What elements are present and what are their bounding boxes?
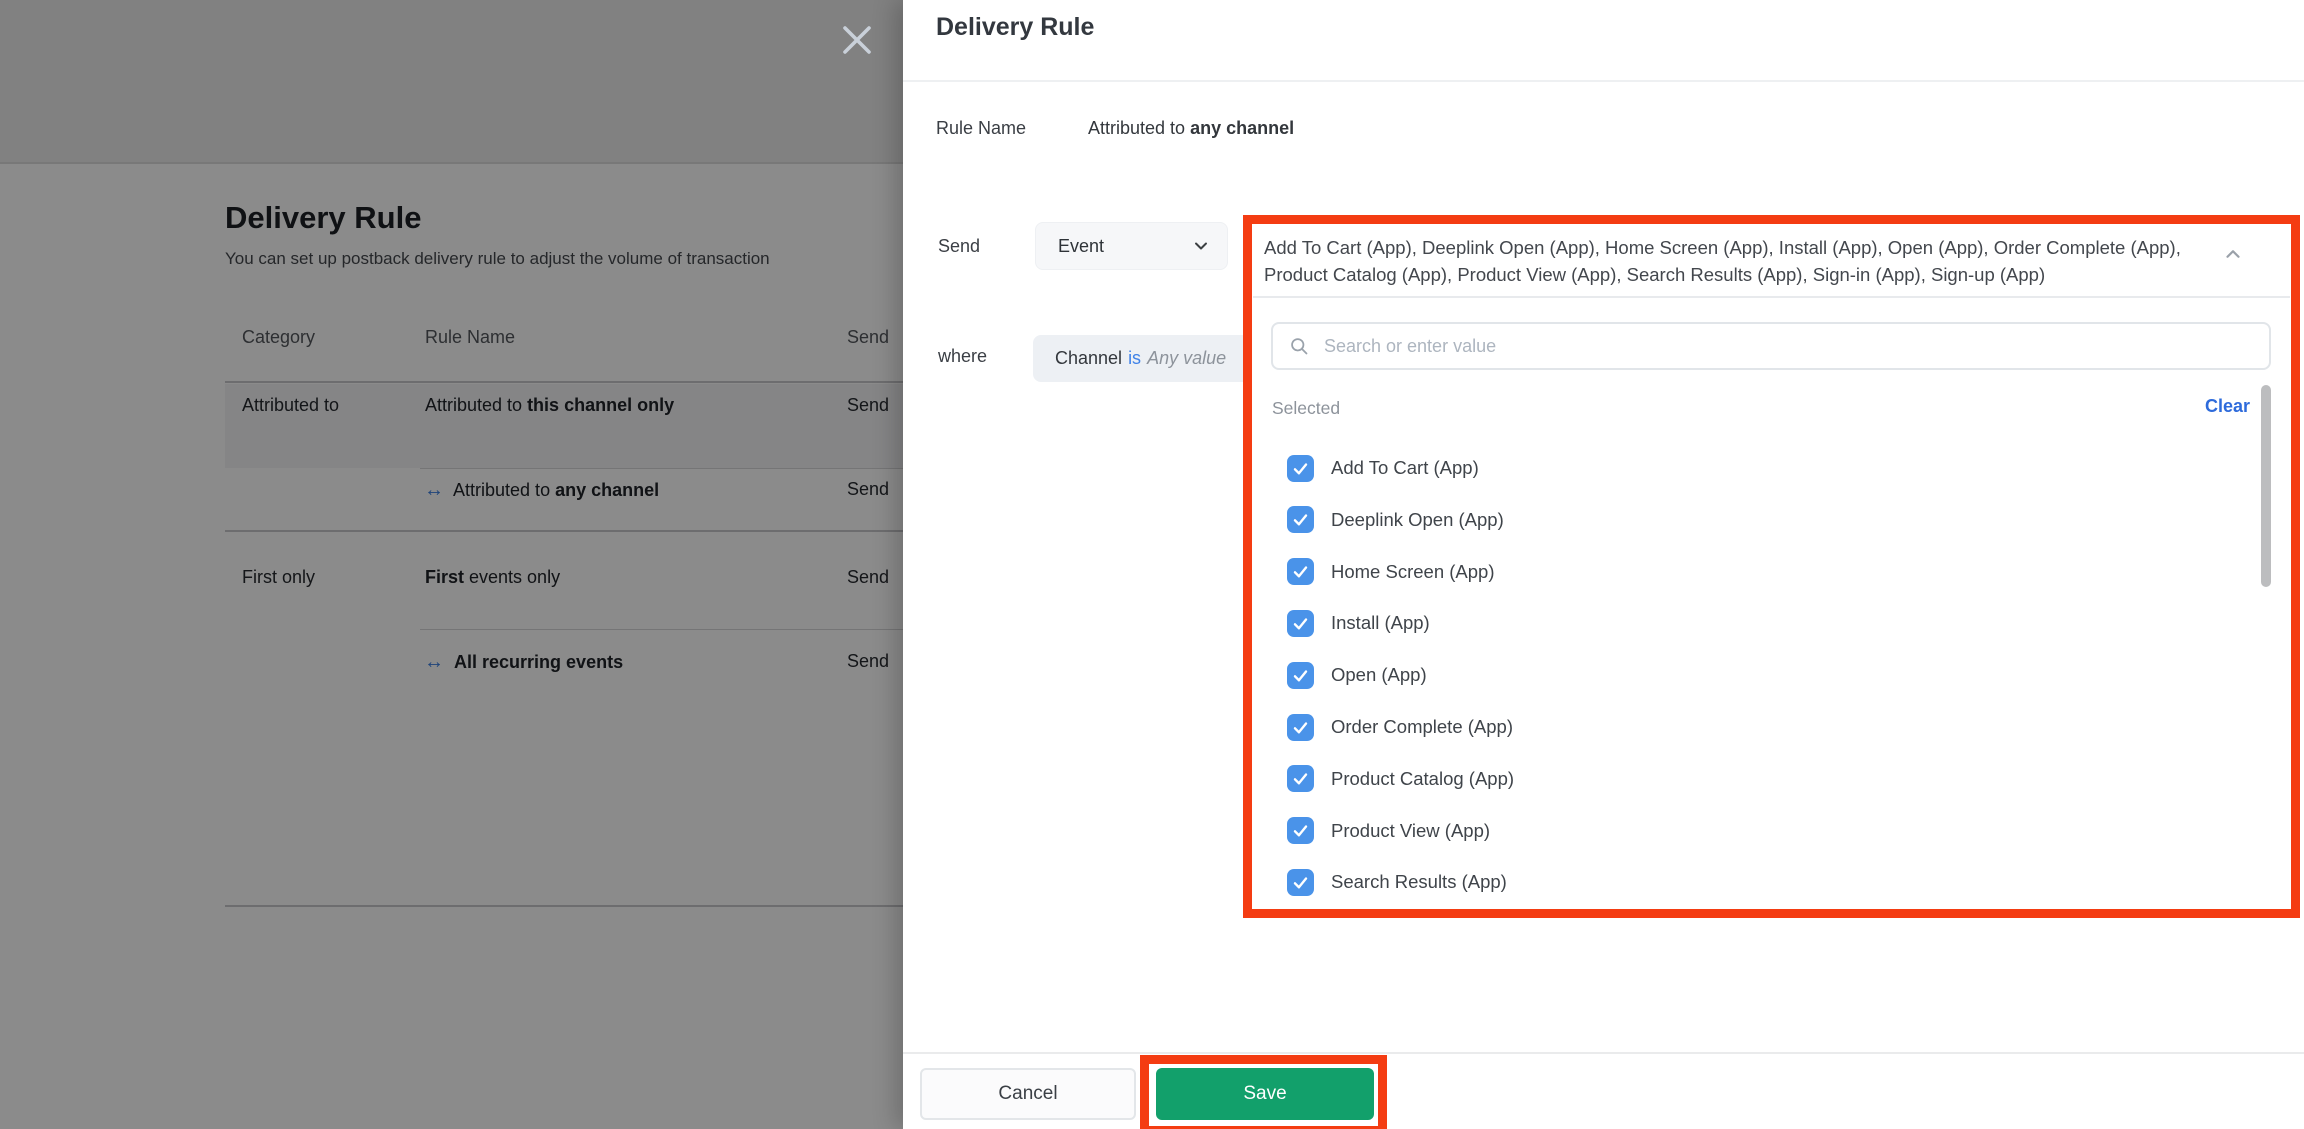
option-label: Product Catalog (App) (1331, 768, 1514, 790)
checkbox-checked-icon[interactable] (1287, 662, 1314, 689)
checkbox-checked-icon[interactable] (1287, 869, 1314, 896)
rule-name-label: Rule Name (936, 118, 1026, 139)
checkbox-checked-icon[interactable] (1287, 817, 1314, 844)
dropdown-option[interactable]: Add To Cart (App) (1287, 442, 1479, 494)
option-label: Install (App) (1331, 612, 1430, 634)
clear-link[interactable]: Clear (2205, 396, 2250, 417)
dropdown-option[interactable]: Deeplink Open (App) (1287, 494, 1504, 546)
checkbox-checked-icon[interactable] (1287, 714, 1314, 741)
checkbox-checked-icon[interactable] (1287, 455, 1314, 482)
option-label: Product View (App) (1331, 820, 1490, 842)
modal-backdrop[interactable] (0, 0, 903, 1129)
dropdown-option[interactable]: Search Results (App) (1287, 856, 1507, 908)
option-label: Open (App) (1331, 664, 1427, 686)
where-operator: is (1128, 348, 1141, 369)
checkbox-checked-icon[interactable] (1287, 765, 1314, 792)
checkbox-checked-icon[interactable] (1287, 610, 1314, 637)
event-search-box (1271, 322, 2271, 370)
cancel-button[interactable]: Cancel (920, 1068, 1136, 1120)
option-label: Order Complete (App) (1331, 716, 1513, 738)
selected-events-summary-line1[interactable]: Add To Cart (App), Deeplink Open (App), … (1264, 234, 2181, 261)
where-value: Any value (1147, 348, 1226, 369)
search-input[interactable] (1322, 335, 2259, 358)
checkbox-checked-icon[interactable] (1287, 558, 1314, 585)
option-label: Search Results (App) (1331, 871, 1507, 893)
screen: Delivery Rule You can set up postback de… (0, 0, 2304, 1129)
selected-events-summary-line2[interactable]: Product Catalog (App), Product View (App… (1264, 261, 2045, 288)
send-type-select[interactable]: Event (1035, 222, 1228, 270)
scrollbar-thumb[interactable] (2261, 385, 2271, 587)
selected-section-label: Selected (1272, 398, 1340, 419)
where-field: Channel (1055, 348, 1122, 369)
checkbox-checked-icon[interactable] (1287, 506, 1314, 533)
save-button[interactable]: Save (1156, 1068, 1374, 1120)
option-label: Home Screen (App) (1331, 561, 1494, 583)
footer-divider (903, 1052, 2304, 1054)
page-title: Delivery Rule (936, 13, 1094, 42)
option-label: Add To Cart (App) (1331, 457, 1479, 479)
where-condition-pill[interactable]: Channel is Any value (1033, 335, 1250, 382)
dropdown-option[interactable]: Home Screen (App) (1287, 546, 1494, 598)
dropdown-option[interactable]: Product Catalog (App) (1287, 753, 1514, 805)
where-label: where (938, 346, 987, 367)
close-icon[interactable] (842, 25, 872, 55)
dropdown-option[interactable]: Open (App) (1287, 649, 1427, 701)
dropdown-option[interactable]: Install (App) (1287, 597, 1430, 649)
dropdown-option[interactable]: Product View (App) (1287, 805, 1490, 857)
delivery-rule-drawer: Delivery Rule Rule Name Attributed to an… (903, 0, 2304, 1129)
option-label: Deeplink Open (App) (1331, 509, 1504, 531)
chevron-up-icon[interactable] (2222, 243, 2244, 270)
search-icon (1289, 336, 1310, 357)
send-type-value: Event (1058, 236, 1104, 257)
title-divider (903, 80, 2304, 82)
send-label: Send (938, 236, 980, 257)
dropdown-option[interactable]: Order Complete (App) (1287, 701, 1513, 753)
dropdown-header-divider (1253, 296, 2290, 298)
chevron-down-icon (1191, 236, 1211, 256)
rule-name-value: Attributed to any channel (1088, 118, 1294, 139)
